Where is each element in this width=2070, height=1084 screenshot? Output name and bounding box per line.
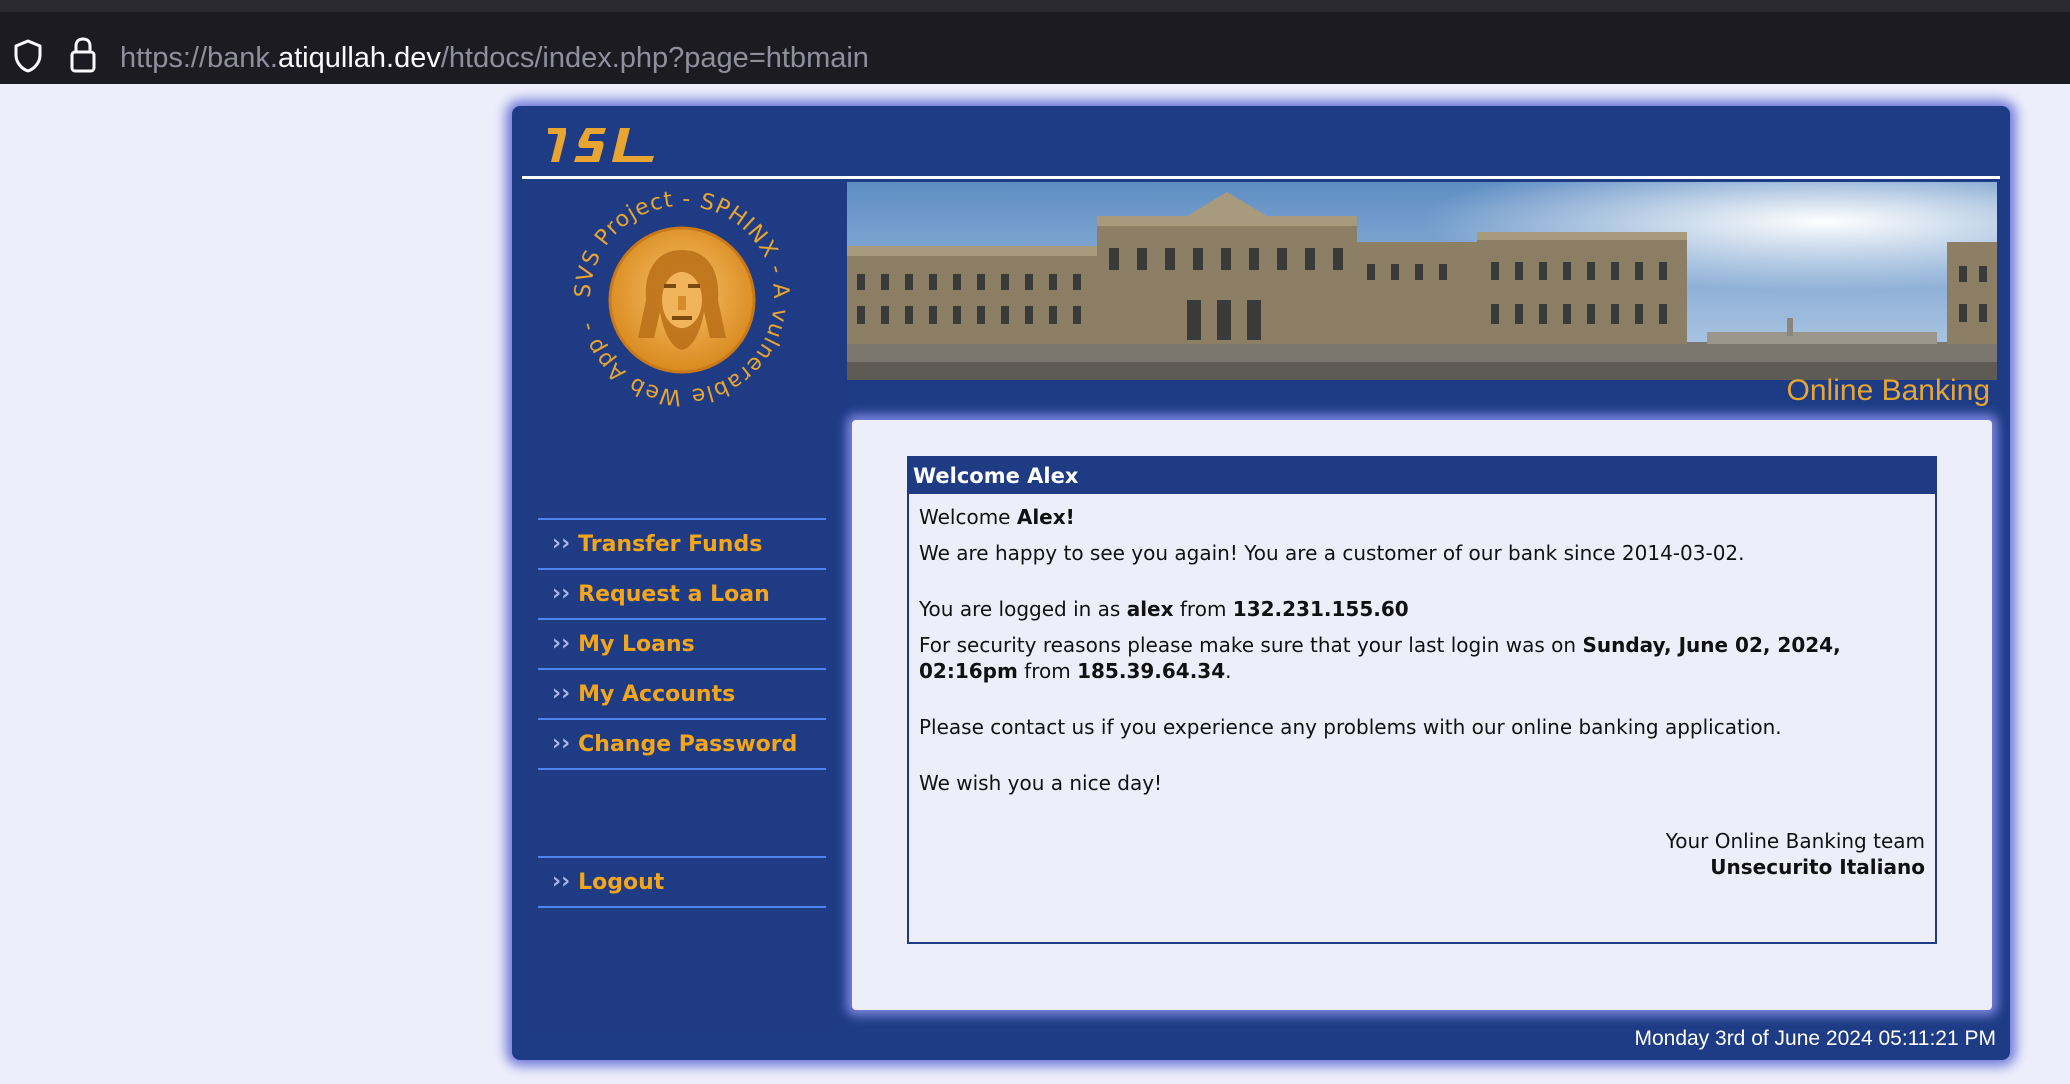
browser-url-bar: https://bank.atiqullah.dev/htdocs/index.… bbox=[0, 0, 2070, 84]
footer-datetime: Monday 3rd of June 2024 05:11:21 PM bbox=[1634, 1027, 1996, 1050]
url-scheme: https://bank. bbox=[120, 42, 278, 74]
chevron-icon: ›› bbox=[552, 581, 571, 606]
last-login-ip: 185.39.64.34 bbox=[1077, 659, 1226, 683]
chevron-icon: ›› bbox=[552, 681, 571, 706]
chevron-icon: ›› bbox=[552, 731, 571, 756]
nav-label: Change Password bbox=[578, 731, 798, 757]
nav-label: Request a Loan bbox=[578, 581, 770, 607]
chevron-icon: ›› bbox=[552, 531, 571, 556]
security-from: from bbox=[1017, 659, 1078, 683]
sidebar: SVS Project - SPHINX - A vulnerable Web … bbox=[522, 182, 844, 1028]
security-suffix: . bbox=[1225, 659, 1232, 683]
nav-request-loan[interactable]: ›› Request a Loan bbox=[538, 568, 826, 618]
chevron-icon: ›› bbox=[552, 869, 571, 894]
current-ip: 132.231.155.60 bbox=[1232, 597, 1409, 621]
nav-change-password[interactable]: ›› Change Password bbox=[538, 718, 826, 770]
welcome-heading: Welcome Alex bbox=[909, 458, 1935, 494]
logged-in-from: from bbox=[1173, 597, 1233, 621]
greeting-name: Alex! bbox=[1016, 505, 1075, 529]
bank-app-frame: SVS Project - SPHINX - A vulnerable Web … bbox=[512, 106, 2010, 1060]
address-field[interactable]: https://bank.atiqullah.dev/htdocs/index.… bbox=[120, 38, 869, 78]
welcome-body: Welcome Alex! We are happy to see you ag… bbox=[909, 494, 1935, 880]
signature: Your Online Banking team Unsecurito Ital… bbox=[919, 828, 1925, 880]
lock-icon[interactable] bbox=[68, 36, 98, 74]
banner-image bbox=[847, 182, 1997, 380]
nice-day-text: We wish you a nice day! bbox=[919, 771, 1163, 795]
url-path: /htdocs/index.php?page=htbmain bbox=[440, 42, 869, 74]
welcome-panel: Welcome Alex Welcome Alex! We are happy … bbox=[907, 456, 1937, 944]
nav-transfer-funds[interactable]: ›› Transfer Funds bbox=[538, 518, 826, 568]
nav-my-loans[interactable]: ›› My Loans bbox=[538, 618, 826, 668]
url-host: atiqullah.dev bbox=[278, 42, 441, 74]
logged-in-prefix: You are logged in as bbox=[919, 597, 1127, 621]
nav-label: Transfer Funds bbox=[578, 531, 763, 557]
main-content: Welcome Alex Welcome Alex! We are happy … bbox=[852, 420, 1992, 1010]
greeting-line: Welcome Alex! bbox=[919, 504, 1925, 530]
customer-since-text: We are happy to see you again! You are a… bbox=[919, 541, 1745, 565]
signature-team: Your Online Banking team bbox=[1665, 829, 1925, 853]
sphinx-logo: SVS Project - SPHINX - A vulnerable Web … bbox=[572, 188, 792, 408]
banner-caption: Online Banking bbox=[1786, 374, 1990, 407]
nav-label: My Loans bbox=[578, 631, 695, 657]
palace-panorama bbox=[847, 182, 1997, 380]
signature-company: Unsecurito Italiano bbox=[1710, 855, 1925, 879]
username: alex bbox=[1126, 597, 1174, 621]
security-line: For security reasons please make sure th… bbox=[919, 632, 1925, 684]
greeting-prefix: Welcome bbox=[919, 505, 1017, 529]
contact-text: Please contact us if you experience any … bbox=[919, 715, 1782, 739]
nav-my-accounts[interactable]: ›› My Accounts bbox=[538, 668, 826, 718]
logged-in-line: You are logged in as alex from 132.231.1… bbox=[919, 596, 1925, 622]
nav-logout[interactable]: ›› Logout bbox=[538, 856, 826, 908]
nav-label: Logout bbox=[578, 869, 665, 895]
security-prefix: For security reasons please make sure th… bbox=[919, 633, 1583, 657]
chevron-icon: ›› bbox=[552, 631, 571, 656]
isl-logo[interactable] bbox=[546, 128, 658, 162]
logo-bar bbox=[522, 106, 2000, 179]
nav-label: My Accounts bbox=[578, 681, 736, 707]
shield-icon[interactable] bbox=[12, 38, 44, 74]
